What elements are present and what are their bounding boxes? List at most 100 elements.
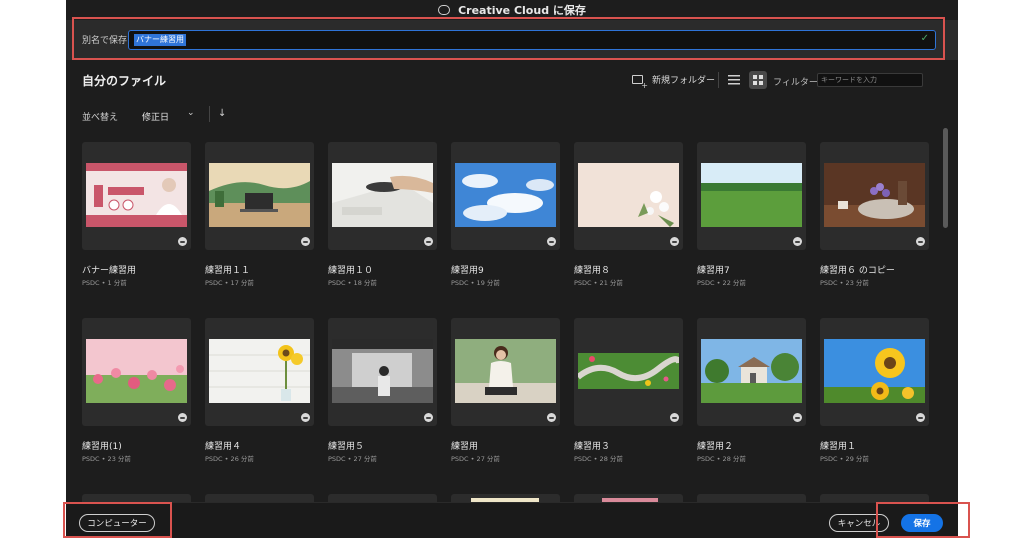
file-name: 練習用(1) [82,442,122,452]
file-meta: PSDC • 1 分前 [82,279,127,287]
save-dialog: Creative Cloud に保存 別名で保存 バナー練習用 ✓ 自分のファイ… [66,0,958,538]
filename-input[interactable]: バナー練習用 ✓ [128,30,936,50]
green-wall-path-image [578,353,679,389]
pink-flowers-image [86,339,187,403]
file-card-partial[interactable] [820,494,929,502]
file-thumbnail[interactable] [574,318,683,426]
sky-clouds-image [455,163,556,227]
file-meta: PSDC • 22 分前 [697,279,746,287]
file-name: 練習用５ [328,442,365,452]
sort-select[interactable]: 修正日 [142,110,169,123]
file-meta: PSDC • 21 分前 [574,279,623,287]
cloud-sync-icon [424,413,433,422]
cloud-sync-icon [178,237,187,246]
file-card-partial[interactable] [697,494,806,502]
cloud-sync-icon [670,413,679,422]
file-thumbnail[interactable] [451,142,560,250]
file-name: 練習用４ [205,442,242,452]
file-name: バナー練習用 [82,266,137,276]
file-meta: PSDC • 23 分前 [82,455,131,463]
file-thumbnail[interactable] [82,318,191,426]
new-folder-label: 新規フォルダー [652,76,716,86]
cloud-sync-icon [301,237,310,246]
cloud-sync-icon [178,413,187,422]
green-field-image [701,163,802,227]
file-card-partial[interactable] [574,494,683,502]
section-title: 自分のファイル [82,74,167,88]
cancel-button[interactable]: キャンセル [829,514,889,532]
dialog-title: Creative Cloud に保存 [458,4,586,17]
station-woman-image [332,339,433,403]
file-thumbnail[interactable] [697,142,806,250]
file-thumbnail[interactable] [328,318,437,426]
cloud-sync-icon [670,237,679,246]
sitting-woman-image [455,339,556,403]
list-view-icon[interactable] [728,75,740,85]
cloud-sync-icon [793,237,802,246]
cloud-sync-icon [793,413,802,422]
file-thumbnail[interactable] [82,142,191,250]
cloud-sync-icon [547,237,556,246]
save-button[interactable]: 保存 [901,514,943,532]
filter-input[interactable]: キーワードを入力 [817,73,923,87]
house-garden-image [701,339,802,403]
cloud-sync-icon [916,237,925,246]
filter-label: フィルター [773,78,818,88]
file-thumbnail[interactable] [697,318,806,426]
file-meta: PSDC • 18 分前 [328,279,377,287]
cloud-sync-icon [916,413,925,422]
file-name: 練習用８ [574,266,611,276]
file-thumbnail[interactable] [451,318,560,426]
lavender-spa-image [824,163,925,227]
file-thumbnail[interactable] [205,318,314,426]
cloud-sync-icon [301,413,310,422]
file-meta: PSDC • 17 分前 [205,279,254,287]
file-meta: PSDC • 29 分前 [820,455,869,463]
file-name: 練習用7 [697,266,730,276]
file-card-partial[interactable] [328,494,437,502]
file-card-partial[interactable] [205,494,314,502]
file-meta: PSDC • 23 分前 [820,279,869,287]
file-name: 練習用３ [574,442,611,452]
file-thumbnail[interactable] [820,318,929,426]
file-thumbnail[interactable] [574,142,683,250]
file-meta: PSDC • 27 分前 [328,455,377,463]
divider [209,106,210,122]
new-folder-button[interactable]: 新規フォルダー [632,73,716,90]
file-thumbnail[interactable] [328,142,437,250]
file-meta: PSDC • 27 分前 [451,455,500,463]
file-meta: PSDC • 28 分前 [574,455,623,463]
file-name: 練習用１０ [328,266,374,276]
file-meta: PSDC • 26 分前 [205,455,254,463]
file-thumbnail[interactable] [820,142,929,250]
dialog-title-bar: Creative Cloud に保存 [66,0,958,20]
file-name: 練習用１ [820,442,857,452]
new-folder-icon [632,75,648,90]
grid-view-icon[interactable] [749,71,767,89]
file-grid: バナー練習用 PSDC • 1 分前 練習用１１ PSDC • 17 分前 練習… [82,142,942,502]
sunflowers-sky-image [824,339,925,403]
file-card-partial[interactable] [451,494,560,502]
divider [718,72,719,88]
file-meta: PSDC • 19 分前 [451,279,500,287]
file-thumbnail[interactable] [205,142,314,250]
sort-label: 並べ替え [82,113,119,123]
file-card-partial[interactable] [82,494,191,502]
scrollbar[interactable] [943,128,948,228]
sunflower-wall-image [209,339,310,403]
dialog-footer: コンピューター キャンセル 保存 [66,502,958,538]
computer-button[interactable]: コンピューター [79,514,155,532]
file-name: 練習用１１ [205,266,251,276]
cloud-sync-icon [547,413,556,422]
sort-direction-icon[interactable]: ↓ [218,108,226,119]
keyboard-hands-image [332,163,433,227]
file-name: 練習用 [451,442,479,452]
laptop-scenery-image [209,163,310,227]
file-name: 練習用9 [451,266,484,276]
save-as-label: 別名で保存 [82,36,128,46]
creative-cloud-icon [438,5,451,15]
file-meta: PSDC • 28 分前 [697,455,746,463]
chevron-down-icon[interactable]: ⌄ [187,108,195,118]
file-name: 練習用２ [697,442,734,452]
checkmark-icon: ✓ [920,33,929,44]
